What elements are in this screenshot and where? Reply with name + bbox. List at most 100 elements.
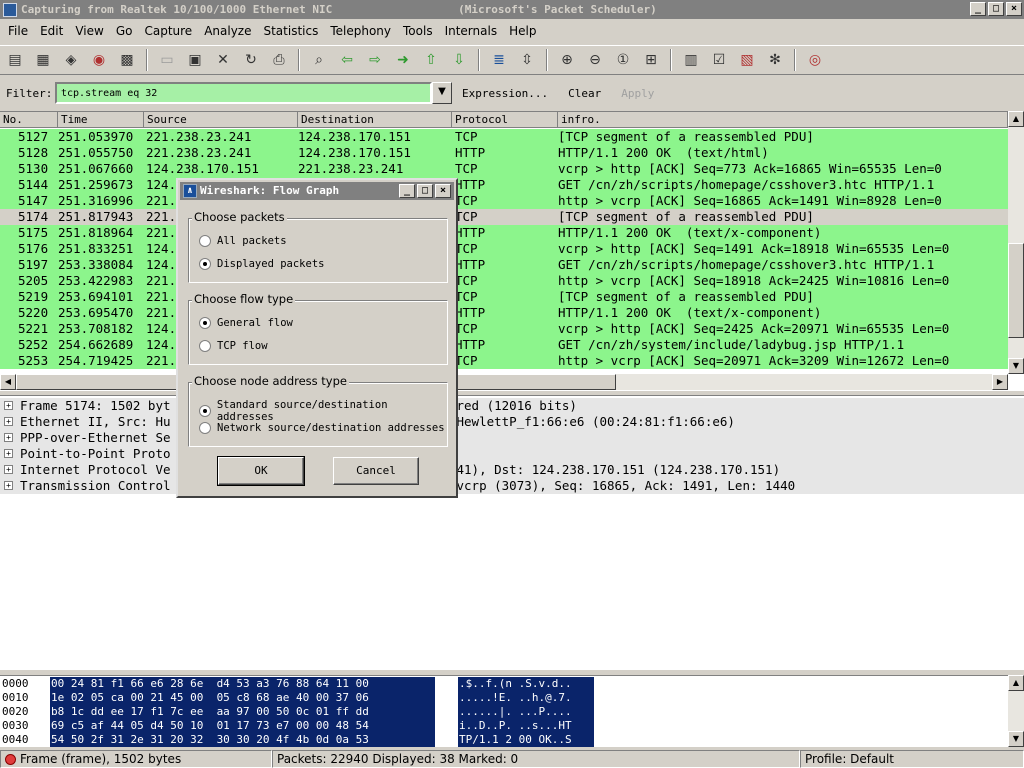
col-time[interactable]: Time [58,112,144,128]
hex-row[interactable]: 0020 b8 1c dd ee 17 f1 7c ee aa 97 00 50 … [0,705,1000,719]
menu-tools[interactable]: Tools [397,24,439,38]
packet-row[interactable]: 5128 251.055750 221.238.23.241 124.238.170.… [0,145,1008,161]
radio-tcp-flow-dot[interactable] [199,340,211,352]
go-last-icon[interactable]: ⇩ [448,49,470,71]
col-no[interactable]: No. [0,112,58,128]
expand-icon[interactable]: + [4,449,13,458]
packet-row[interactable]: 5130 251.067660 124.238.170.151 221.238.23.… [0,161,1008,177]
ok-button[interactable]: OK [217,456,305,486]
menu-internals[interactable]: Internals [439,24,504,38]
dialog-minimize-button[interactable]: _ [399,184,415,198]
print-icon[interactable]: ⎙ [268,49,290,71]
resize-columns-icon[interactable]: ⊞ [640,49,662,71]
stop-capture-icon[interactable]: ◉ [88,49,110,71]
vscroll-thumb[interactable] [1008,243,1024,338]
menu-telephony[interactable]: Telephony [324,24,397,38]
expert-info-icon[interactable] [5,754,16,765]
detail-tree-row[interactable]: +Frame 5174: 1502 byt captured (12016 bi… [0,398,1024,414]
coloring-rules-icon[interactable]: ▧ [736,49,758,71]
radio-network-addresses[interactable]: Network source/destination addresses [199,422,445,434]
packet-row[interactable]: 5174 251.817943 221. TCP [TCP segment of a r… [0,209,1008,225]
packet-list-hscroll[interactable]: ◀ ▶ [0,374,1008,390]
maximize-button[interactable]: □ [988,2,1004,16]
window-title-bar[interactable]: Capturing from Realtek 10/100/1000 Ether… [0,0,1024,19]
expand-icon[interactable]: + [4,433,13,442]
packet-row[interactable]: 5175 251.818964 221. HTTP HTTP/1.1 200 OK (t… [0,225,1008,241]
status-profile[interactable]: Profile: Default [800,750,1024,768]
cancel-button[interactable]: Cancel [333,457,419,485]
expression-button[interactable]: Expression... [452,87,558,100]
packet-row[interactable]: 5147 251.316996 221. TCP http > vcrp [ACK] S… [0,193,1008,209]
radio-network-addresses-dot[interactable] [199,422,211,434]
packet-row[interactable]: 5176 251.833251 124. TCP vcrp > http [ACK] S… [0,241,1008,257]
menu-capture[interactable]: Capture [138,24,198,38]
packet-list-vscroll[interactable]: ▲ ▼ [1008,111,1024,374]
open-file-icon[interactable]: ▭ [156,49,178,71]
detail-tree-row[interactable]: +Internet Protocol Ve 38.23.241), Dst: 1… [0,462,1024,478]
apply-button[interactable]: Apply [611,87,664,100]
scroll-right-icon[interactable]: ▶ [992,374,1008,390]
packet-row[interactable]: 5219 253.694101 221. TCP [TCP segment of a r… [0,289,1008,305]
col-source[interactable]: Source [144,112,298,128]
expand-icon[interactable]: + [4,401,13,410]
col-destination[interactable]: Destination [298,112,452,128]
detail-tree-row[interactable]: +Transmission Control Port: vcrp (3073),… [0,478,1024,494]
menu-file[interactable]: File [2,24,34,38]
go-forward-icon[interactable]: ⇨ [364,49,386,71]
hex-row[interactable]: 0000 00 24 81 f1 66 e6 28 6e d4 53 a3 76 … [0,677,1000,691]
start-capture-icon[interactable]: ◈ [60,49,82,71]
radio-general-flow-dot[interactable] [199,317,211,329]
zoom-in-icon[interactable]: ⊕ [556,49,578,71]
hex-row[interactable]: 0040 54 50 2f 31 2e 31 20 32 30 30 20 4f … [0,733,1000,747]
capture-filters-icon[interactable]: ▥ [680,49,702,71]
menu-statistics[interactable]: Statistics [257,24,324,38]
filter-input[interactable]: tcp.stream eq 32 [55,82,432,104]
radio-all-packets[interactable]: All packets [199,235,287,247]
radio-standard-addresses[interactable]: Standard source/destination addresses [199,399,447,423]
detail-tree-row[interactable]: + Point-to-Point Proto [0,446,1024,462]
menu-edit[interactable]: Edit [34,24,69,38]
expand-icon[interactable]: + [4,481,13,490]
packet-row[interactable]: 5127 251.053970 221.238.23.241 124.238.170.… [0,129,1008,145]
dialog-title-bar[interactable]: ∧ Wireshark: Flow Graph _ □ × [180,182,454,200]
scroll-down-icon[interactable]: ▼ [1008,358,1024,374]
restart-capture-icon[interactable]: ▩ [116,49,138,71]
close-button[interactable]: × [1006,2,1022,16]
packet-row[interactable]: 5253 254.719425 221. TCP http > vcrp [ACK] S… [0,353,1008,369]
packet-row[interactable]: 5197 253.338084 124. HTTP GET /cn/zh/scripts… [0,257,1008,273]
radio-tcp-flow[interactable]: TCP flow [199,340,268,352]
radio-displayed-packets[interactable]: Displayed packets [199,258,324,270]
go-first-icon[interactable]: ⇧ [420,49,442,71]
clear-button[interactable]: Clear [558,87,611,100]
col-info[interactable]: infro. [558,112,1008,128]
scroll-up-icon[interactable]: ▲ [1008,111,1024,127]
packet-row[interactable]: 5205 253.422983 221. TCP http > vcrp [ACK] S… [0,273,1008,289]
auto-scroll-icon[interactable]: ⇳ [516,49,538,71]
bytes-scroll-down-icon[interactable]: ▼ [1008,731,1024,747]
packet-row[interactable]: 5220 253.695470 221. HTTP HTTP/1.1 200 OK (t… [0,305,1008,321]
preferences-icon[interactable]: ✻ [764,49,786,71]
expand-icon[interactable]: + [4,417,13,426]
close-file-icon[interactable]: ✕ [212,49,234,71]
radio-all-packets-dot[interactable] [199,235,211,247]
dialog-close-button[interactable]: × [435,184,451,198]
zoom-normal-icon[interactable]: ① [612,49,634,71]
hex-row[interactable]: 0010 1e 02 05 ca 00 21 45 00 05 c8 68 ae … [0,691,1000,705]
detail-tree-row[interactable]: + PPP-over-Ethernet Se [0,430,1024,446]
go-to-packet-icon[interactable]: ➜ [392,49,414,71]
display-filters-icon[interactable]: ☑ [708,49,730,71]
detail-tree-row[interactable]: +Ethernet II, Src: Hu , Dst: HewlettP_f1… [0,414,1024,430]
minimize-button[interactable]: _ [970,2,986,16]
zoom-out-icon[interactable]: ⊖ [584,49,606,71]
col-protocol[interactable]: Protocol [452,112,558,128]
save-file-icon[interactable]: ▣ [184,49,206,71]
packet-row[interactable]: 5144 251.259673 124. HTTP GET /cn/zh/scripts… [0,177,1008,193]
colorize-icon[interactable]: ≣ [488,49,510,71]
capture-options-icon[interactable]: ▦ [32,49,54,71]
reload-icon[interactable]: ↻ [240,49,262,71]
radio-displayed-packets-dot[interactable] [199,258,211,270]
bytes-vscroll[interactable]: ▲ ▼ [1008,675,1024,747]
packet-row[interactable]: 5221 253.708182 124. TCP vcrp > http [ACK] S… [0,321,1008,337]
packet-row[interactable]: 5252 254.662689 124. HTTP GET /cn/zh/system/… [0,337,1008,353]
expand-icon[interactable]: + [4,465,13,474]
